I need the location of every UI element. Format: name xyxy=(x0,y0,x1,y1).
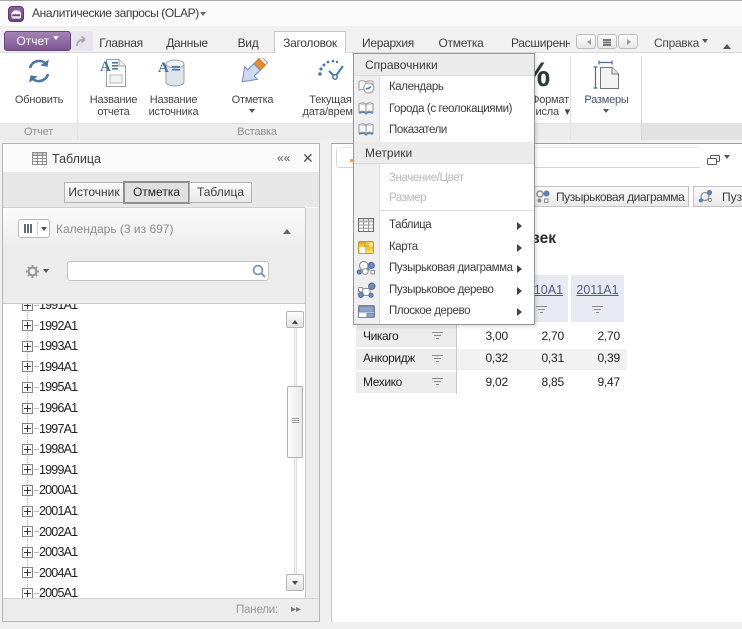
svg-text:A: A xyxy=(158,60,169,76)
svg-text:A: A xyxy=(100,59,111,75)
